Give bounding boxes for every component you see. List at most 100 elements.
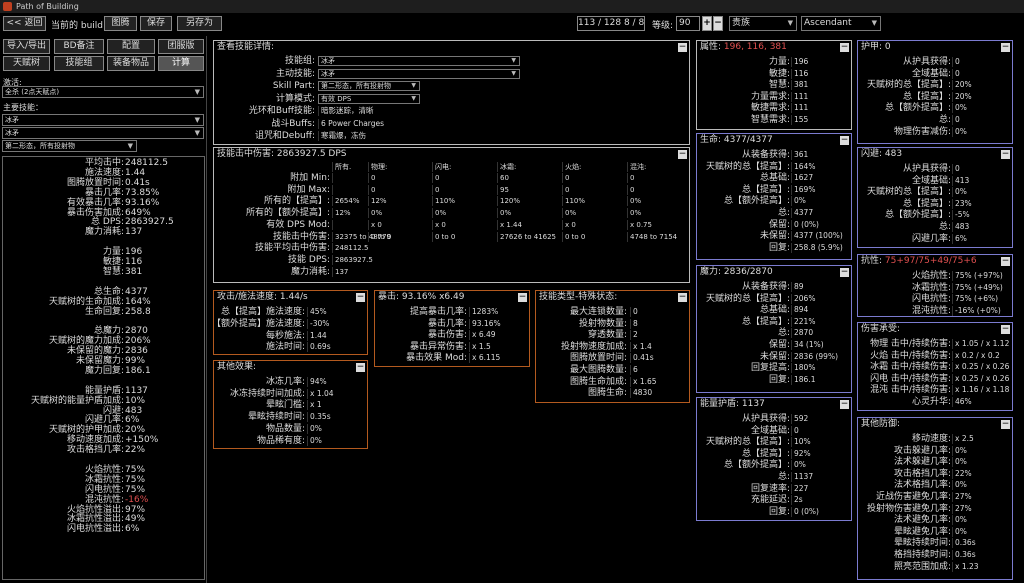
socket-group-value: 全杀 (2点天赋点) [5, 88, 60, 96]
table-cell [332, 219, 368, 230]
skill-part-select[interactable]: 第二形态，所有投射物 ▼ [2, 140, 137, 152]
panel-row: 从装备获得: 89 [697, 282, 851, 292]
collapse-icon[interactable]: − [840, 400, 849, 409]
tab-import-export[interactable]: 导入/导出 [3, 39, 50, 54]
row-select-value: 第二形态，所有投射物 [321, 82, 391, 90]
panel-row: 天赋树的总【提高】: 20% [858, 80, 1012, 91]
stat-label: 天赋树的护甲加成: [48, 425, 124, 436]
level-plus-button[interactable]: + [702, 16, 712, 31]
panel-row: 格挡持续时间: 0.36s [858, 550, 1012, 560]
stat-row: 天赋树的护甲加成: 20% [3, 425, 204, 436]
table-cell: 0% [432, 208, 497, 219]
row-select[interactable]: 有效 DPS ▼ [318, 93, 420, 104]
row-label: 【额外提高】施法速度: [213, 318, 305, 329]
save-as-button[interactable]: 另存为 [177, 16, 222, 31]
row-label: 闪避几率: [911, 233, 951, 244]
stat-row: 能量护盾: 1137 [3, 386, 204, 396]
collapse-icon[interactable]: − [678, 293, 687, 302]
panel-row: 攻击躲避几率: 0% [858, 445, 1012, 456]
collapse-icon[interactable]: − [518, 293, 527, 302]
panel-row: 总【提高】: 169% [697, 184, 851, 195]
stat-row: 冰霜抗性: 75% [3, 475, 204, 485]
table-header: 所有. [332, 162, 368, 172]
back-button[interactable]: << 返回 [3, 16, 46, 31]
stat-value: 649% [125, 207, 151, 218]
panel-row: 天赋树的总【提高】: 0% [858, 187, 1012, 198]
collapse-icon[interactable]: − [1001, 150, 1010, 159]
panel-row: 智慧: 381 [697, 80, 851, 91]
stat-value: +150% [125, 435, 159, 446]
damage-taken-panel: 伤害承受: − 物理 击中/持续伤害: x 1.05 / x 1.12 火焰 击中/… [857, 322, 1013, 411]
collapse-icon[interactable]: − [840, 43, 849, 52]
table-header: 混沌: [627, 162, 689, 172]
row-select[interactable]: 冰矛 ▼ [318, 68, 520, 79]
main-skill-select[interactable]: 冰矛 ▼ [2, 114, 204, 126]
panel-row: 力量: 196 [697, 57, 851, 67]
collapse-icon[interactable]: − [1001, 257, 1010, 266]
collapse-icon[interactable]: − [840, 136, 849, 145]
row-label: 技能平均击中伤害: [254, 243, 330, 254]
stat-label: 总生命: [93, 286, 124, 297]
row-select-value: 冰矛 [321, 57, 335, 65]
collapse-icon[interactable]: − [678, 43, 687, 52]
save-button[interactable]: 保存 [140, 16, 172, 31]
panel-row: 回复提高: 180% [697, 363, 851, 374]
row-label: 物理伤害减伤: [893, 126, 951, 137]
stat-label: 魔力消耗: [84, 227, 124, 238]
stat-value: 1.44 [125, 167, 146, 178]
collapse-icon[interactable]: − [356, 363, 365, 372]
tab-calcs[interactable]: 计算 [158, 56, 204, 71]
row-value: -5% [952, 210, 970, 221]
panel-row: 智慧需求: 155 [697, 115, 851, 125]
row-label: 晕眩避免几率: [893, 526, 951, 537]
collapse-icon[interactable]: − [678, 150, 687, 159]
main-skill-label: 主要技能： [3, 103, 43, 112]
table-cell: x 0 [562, 219, 627, 230]
row-label: 总: [777, 328, 790, 339]
ascendancy-select[interactable]: Ascendant ▼ [801, 16, 881, 31]
panel-row: 充能延迟: 2s [697, 495, 851, 506]
panel-row: 冰冻持续时间加成: x 1.04 [214, 388, 367, 399]
panel-row: 总【额外提高】: 0% [697, 460, 851, 471]
panel-title: 属性: 196, 116, 381 [697, 41, 851, 54]
row-label: 总【提高】: [902, 198, 951, 209]
collapse-icon[interactable]: − [1001, 325, 1010, 334]
table-header: 物理: [368, 162, 432, 172]
collapse-icon[interactable]: − [1001, 43, 1010, 52]
row-label: 总: [777, 472, 790, 482]
level-input[interactable]: 90 [676, 16, 700, 31]
level-minus-button[interactable]: − [713, 16, 723, 31]
stat-row: 闪电抗性溢出: 6% [3, 524, 204, 534]
row-label: 总: [938, 222, 951, 232]
collapse-icon[interactable]: − [356, 293, 365, 302]
stat-value: 22% [125, 445, 146, 456]
class-select[interactable]: 贵族 ▼ [729, 16, 797, 31]
row-select[interactable]: 冰矛 ▼ [318, 56, 520, 66]
tab-party[interactable]: 团服版 [158, 39, 204, 54]
table-cell: 4748 to 7154 [627, 231, 689, 242]
collapse-icon[interactable]: − [1001, 420, 1010, 429]
panel-title: 技能击中伤害: 2863927.5 DPS [217, 149, 347, 159]
tab-notes[interactable]: BD备注 [54, 39, 104, 54]
tab-items[interactable]: 装备物品 [107, 56, 155, 71]
build-name-button[interactable]: 图腾 [104, 16, 137, 31]
tab-skill-tree[interactable]: 天赋树 [3, 56, 50, 71]
socket-group-select[interactable]: 全杀 (2点天赋点) ▼ [2, 86, 204, 98]
panel-row: 总【提高】: 20% [858, 91, 1012, 102]
tab-config[interactable]: 配置 [107, 39, 155, 54]
row-label: 冰冻持续时间加成: [229, 388, 305, 399]
panel-row: 暴击伤害: x 6.49 [375, 330, 529, 341]
row-value: 2s [791, 495, 803, 506]
chevron-down-icon: ▼ [511, 57, 516, 64]
tab-skills[interactable]: 技能组 [54, 56, 104, 71]
row-label: 总【提高】: [902, 91, 951, 102]
stat-label: 闪避几率: [84, 415, 124, 426]
mana-panel: 魔力: 2836/2870 − 从装备获得: 89 天赋树的总【提高】: 206% 总基… [696, 265, 852, 393]
row-select[interactable]: 第二形态，所有投射物 ▼ [318, 81, 420, 91]
main-skill-part-select[interactable]: 冰矛 ▼ [2, 127, 204, 139]
row-value: 1627 [791, 173, 813, 184]
collapse-icon[interactable]: − [840, 268, 849, 277]
panel-row: 未保留: 4377 (100%) [697, 231, 851, 242]
row-label: 图腾放置时间: [569, 353, 627, 364]
row-value: 94% [307, 377, 327, 387]
